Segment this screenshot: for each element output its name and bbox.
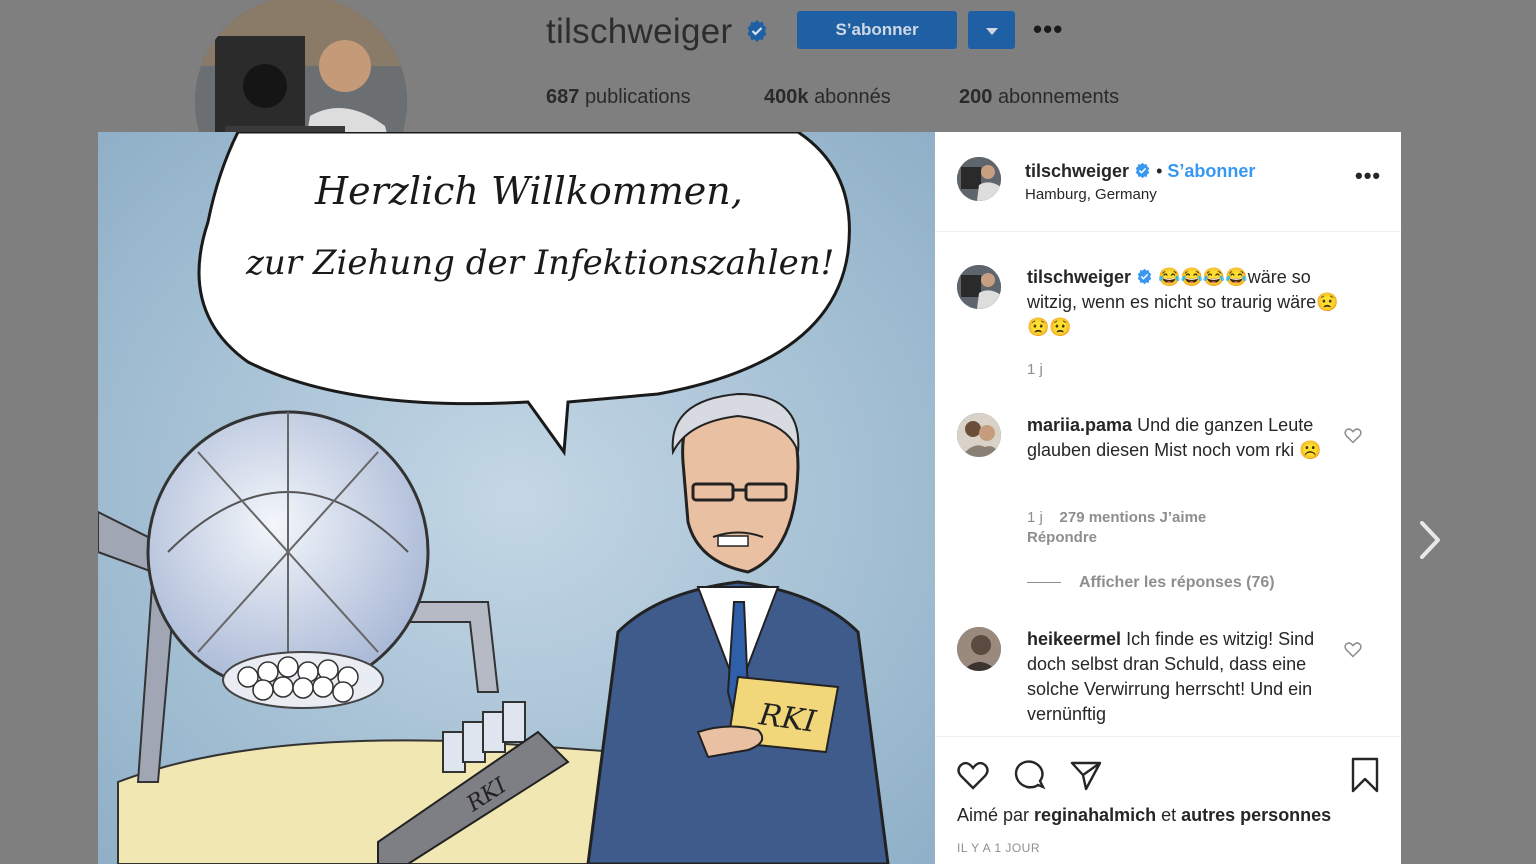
post-location[interactable]: Hamburg, Germany (1025, 186, 1157, 203)
stat-publications: 687 publications (546, 86, 691, 109)
stat-following-label: abonnements (997, 86, 1120, 108)
liked-by: Aimé par reginahalmich et autres personn… (957, 805, 1331, 826)
speech-bubble-line-2: zur Ziehung der Infektionszahlen! (245, 243, 834, 283)
header-separator: • (1156, 161, 1163, 181)
bookmark-icon[interactable] (1347, 757, 1383, 793)
more-options-icon[interactable]: ••• (1033, 16, 1063, 42)
commenter-avatar[interactable] (957, 627, 1001, 671)
view-replies-label: Afficher les réponses (76) (1079, 574, 1275, 591)
comments-list[interactable]: tilschweiger 😂😂😂😂wäre so witzig, wenn es… (935, 233, 1401, 736)
liked-by-mid: et (1161, 805, 1177, 825)
comment: mariia.pama Und die ganzen Leute glauben… (957, 413, 1377, 603)
liked-by-user[interactable]: reginahalmich (1034, 805, 1156, 825)
heart-icon[interactable] (1343, 639, 1363, 659)
speech-bubble-line-1: Herzlich Willkommen, (314, 169, 743, 213)
verified-badge-icon (1135, 162, 1150, 179)
post-follow-link[interactable]: S’abonner (1167, 161, 1255, 181)
comment-likes[interactable]: 279 mentions J’aime (1060, 509, 1207, 526)
post-timestamp[interactable]: IL Y A 1 JOUR (957, 841, 1040, 855)
post-header-username[interactable]: tilschweiger (1025, 161, 1129, 181)
liked-by-others[interactable]: autres personnes (1181, 805, 1331, 825)
comment-icon[interactable] (1012, 757, 1048, 793)
post-header-user: tilschweiger • S’abonner (1025, 161, 1255, 182)
heart-icon[interactable] (1343, 425, 1363, 445)
comment-body: heikeermel Ich finde es witzig! Sind doc… (1027, 627, 1327, 727)
suggestions-dropdown-button[interactable] (968, 11, 1015, 49)
caption-body: tilschweiger 😂😂😂😂wäre so witzig, wenn es… (1027, 265, 1347, 340)
stat-followers[interactable]: 400k abonnés (764, 86, 891, 109)
liked-by-prefix: Aimé par (957, 805, 1030, 825)
reply-button[interactable]: Répondre (1027, 529, 1097, 546)
stat-followers-label: abonnés (814, 86, 891, 108)
post-side-panel: tilschweiger • S’abonner Hamburg, German… (935, 132, 1401, 864)
comment-meta: 1 j 279 mentions J’aime (1027, 509, 1206, 526)
chevron-down-icon (985, 27, 998, 35)
view-replies-button[interactable]: Afficher les réponses (76) (1027, 574, 1275, 592)
post-author-avatar[interactable] (957, 157, 1001, 201)
comment-username[interactable]: mariia.pama (1027, 415, 1132, 435)
heart-icon[interactable] (955, 757, 991, 793)
commenter-avatar[interactable] (957, 413, 1001, 457)
post-image[interactable]: Herzlich Willkommen, zur Ziehung der Inf… (98, 132, 935, 864)
caption-author-avatar[interactable] (957, 265, 1001, 309)
follow-button-top[interactable]: S’abonner (797, 11, 957, 49)
replies-divider (1027, 582, 1061, 584)
post-header: tilschweiger • S’abonner Hamburg, German… (935, 132, 1401, 232)
chevron-right-icon[interactable] (1410, 515, 1450, 565)
stat-following[interactable]: 200 abonnements (959, 86, 1119, 109)
comment-time[interactable]: 1 j (1027, 509, 1043, 526)
verified-badge-icon (747, 20, 767, 42)
profile-username: tilschweiger (546, 12, 733, 51)
stat-publications-label: publications (584, 86, 691, 108)
stat-following-count: 200 (959, 86, 993, 108)
stat-followers-count: 400k (764, 86, 809, 108)
more-options-icon[interactable]: ••• (1355, 165, 1381, 187)
caption-time[interactable]: 1 j (1027, 361, 1043, 378)
share-icon[interactable] (1068, 757, 1104, 793)
verified-badge-icon (1137, 268, 1152, 285)
comment: heikeermel Ich finde es witzig! Sind doc… (957, 627, 1377, 736)
comment-body: mariia.pama Und die ganzen Leute glauben… (1027, 413, 1327, 463)
comment-username[interactable]: heikeermel (1027, 629, 1121, 649)
stat-publications-count: 687 (546, 86, 580, 108)
caption: tilschweiger 😂😂😂😂wäre so witzig, wenn es… (957, 265, 1377, 395)
post-actions: Aimé par reginahalmich et autres personn… (935, 736, 1401, 864)
caption-username[interactable]: tilschweiger (1027, 267, 1131, 287)
